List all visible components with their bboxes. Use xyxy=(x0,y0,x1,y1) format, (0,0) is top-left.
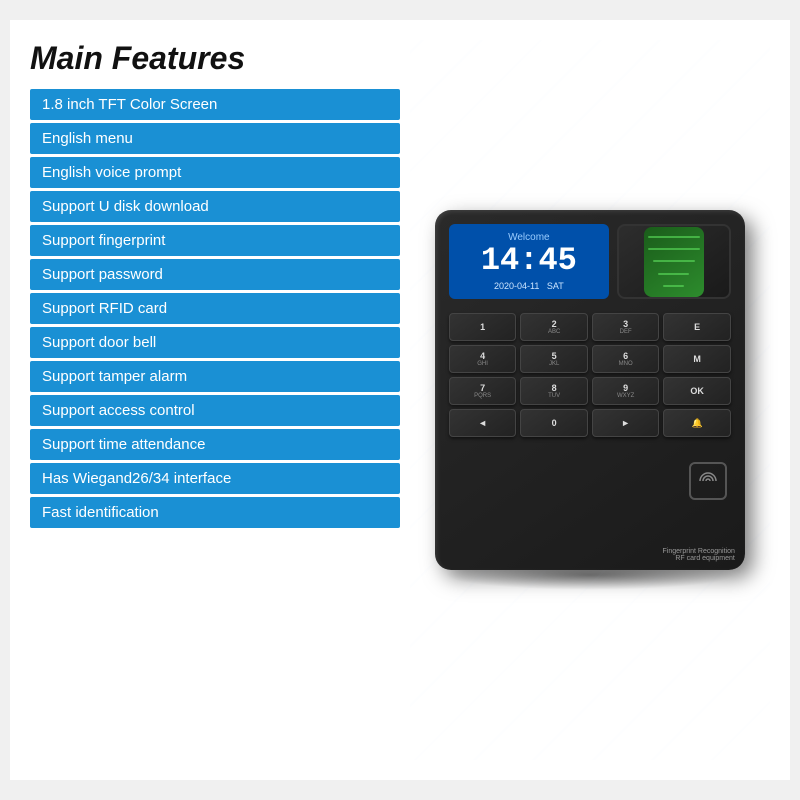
key-14[interactable]: ► xyxy=(592,409,660,437)
right-panel: Welcome 14:45 2020-04-11 SAT xyxy=(410,40,770,760)
key-13[interactable]: 0 xyxy=(520,409,588,437)
device-screen: Welcome 14:45 2020-04-11 SAT xyxy=(449,224,609,299)
key-11[interactable]: OK xyxy=(663,377,731,405)
feature-list: 1.8 inch TFT Color ScreenEnglish menuEng… xyxy=(30,89,400,528)
key-9[interactable]: 8TUV xyxy=(520,377,588,405)
key-15[interactable]: 🔔 xyxy=(663,409,731,437)
key-2[interactable]: 3DEF xyxy=(592,313,660,341)
key-10[interactable]: 9WXYZ xyxy=(592,377,660,405)
feature-item-5: Support password xyxy=(30,259,400,290)
feature-item-2: English voice prompt xyxy=(30,157,400,188)
device: Welcome 14:45 2020-04-11 SAT xyxy=(435,210,745,570)
key-4[interactable]: 4GHI xyxy=(449,345,517,373)
key-5[interactable]: 5JKL xyxy=(520,345,588,373)
key-1[interactable]: 2ABC xyxy=(520,313,588,341)
feature-item-12: Fast identification xyxy=(30,497,400,528)
feature-item-10: Support time attendance xyxy=(30,429,400,460)
feature-item-0: 1.8 inch TFT Color Screen xyxy=(30,89,400,120)
device-top: Welcome 14:45 2020-04-11 SAT xyxy=(449,224,731,299)
key-0[interactable]: 1 xyxy=(449,313,517,341)
feature-item-9: Support access control xyxy=(30,395,400,426)
key-12[interactable]: ◄ xyxy=(449,409,517,437)
device-time: 14:45 xyxy=(481,245,577,277)
page-title: Main Features xyxy=(30,40,400,77)
key-7[interactable]: M xyxy=(663,345,731,373)
feature-item-1: English menu xyxy=(30,123,400,154)
fingerprint-sensor xyxy=(644,227,704,297)
main-container: Main Features 1.8 inch TFT Color ScreenE… xyxy=(10,20,790,780)
key-8[interactable]: 7PQRS xyxy=(449,377,517,405)
fingerprint-lines xyxy=(644,227,704,297)
feature-item-8: Support tamper alarm xyxy=(30,361,400,392)
feature-item-4: Support fingerprint xyxy=(30,225,400,256)
feature-item-6: Support RFID card xyxy=(30,293,400,324)
rfid-icon xyxy=(697,470,719,492)
key-6[interactable]: 6MNO xyxy=(592,345,660,373)
device-date: 2020-04-11 SAT xyxy=(494,281,564,291)
key-3[interactable]: E xyxy=(663,313,731,341)
feature-item-11: Has Wiegand26/34 interface xyxy=(30,463,400,494)
feature-item-3: Support U disk download xyxy=(30,191,400,222)
left-panel: Main Features 1.8 inch TFT Color ScreenE… xyxy=(30,40,400,760)
feature-item-7: Support door bell xyxy=(30,327,400,358)
fingerprint-area xyxy=(617,224,731,299)
device-label: Fingerprint Recognition RF card equipmen… xyxy=(662,548,734,562)
rfid-zone xyxy=(689,462,727,500)
keypad: 12ABC3DEFE 4GHI5JKL6MNOM 7PQRS8TUV9WXYZOK ◄… xyxy=(449,313,731,437)
